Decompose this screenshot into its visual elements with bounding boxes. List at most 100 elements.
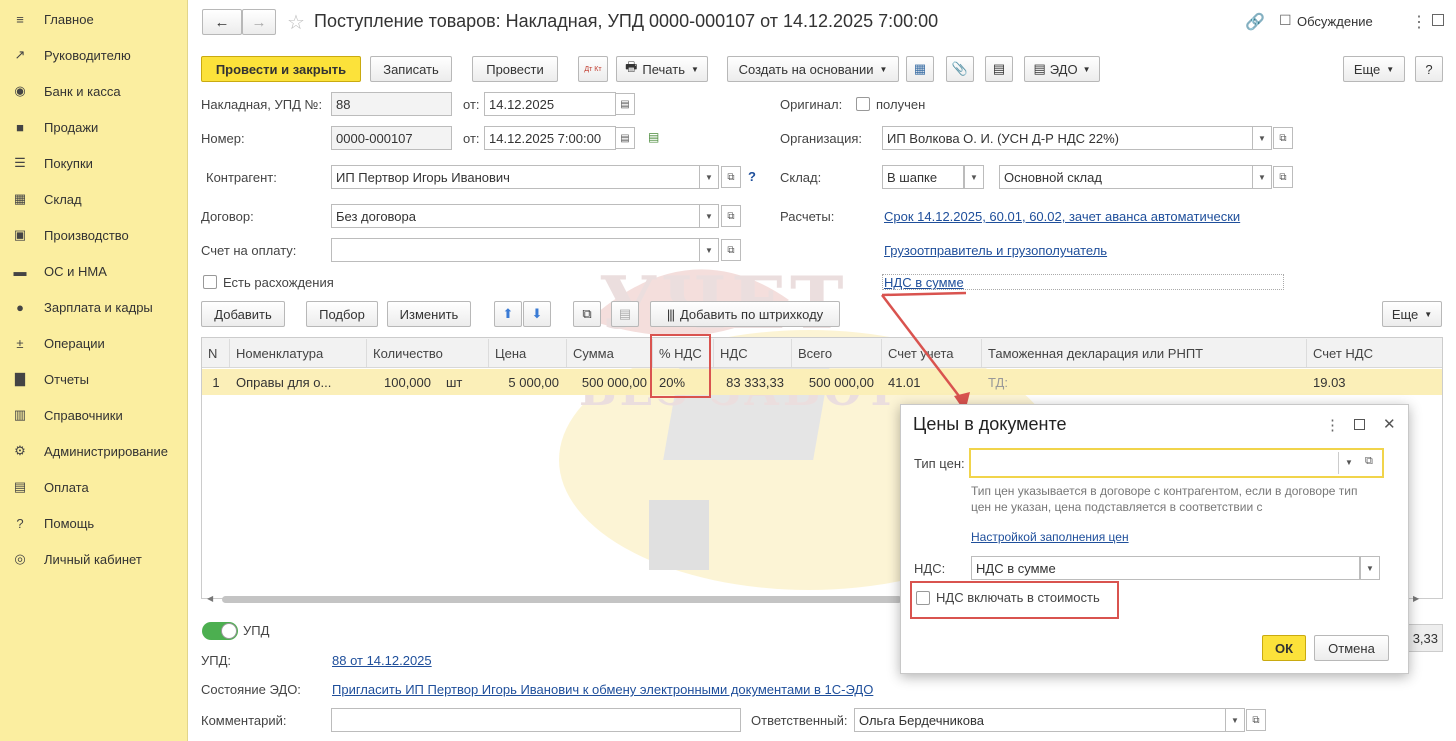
edo-state-link[interactable]: Пригласить ИП Пертвор Игорь Иванович к о… — [332, 682, 873, 697]
discrepancy-checkbox[interactable] — [203, 275, 217, 289]
org-dropdown[interactable]: ▼ — [1252, 126, 1272, 150]
contract-open-icon[interactable]: ⧉ — [721, 205, 741, 227]
cell-account[interactable]: 41.01 — [888, 370, 921, 394]
move-down-button[interactable]: ⬇ — [523, 301, 551, 327]
dt-kt-button[interactable]: Дт Кт — [578, 56, 608, 82]
calendar-icon[interactable]: ▤ — [615, 127, 635, 149]
responsible-open-icon[interactable]: ⧉ — [1246, 709, 1266, 731]
back-button[interactable]: ← — [202, 9, 242, 35]
sidebar-item[interactable]: ↗ Руководителю — [0, 40, 188, 70]
more-vert-icon[interactable]: ⋮ — [1411, 12, 1427, 32]
contract-field[interactable]: Без договора — [331, 204, 701, 228]
cell-sum[interactable]: 500 000,00 — [567, 370, 647, 394]
invoice-number-field[interactable]: 88 — [331, 92, 452, 116]
table-more-button[interactable]: Еще ▼ — [1382, 301, 1442, 327]
add-by-barcode-button[interactable]: ||| Добавить по штрихкоду — [650, 301, 840, 327]
cell-total[interactable]: 500 000,00 — [792, 370, 874, 394]
vat-in-sum-link[interactable]: НДС в сумме — [884, 275, 964, 290]
original-received-checkbox[interactable] — [856, 97, 870, 111]
invoice-date-field[interactable]: 14.12.2025 — [484, 92, 616, 116]
upd-link[interactable]: 88 от 14.12.2025 — [332, 653, 432, 668]
save-button[interactable]: Записать — [370, 56, 452, 82]
sidebar-item[interactable]: ▇ Отчеты — [0, 364, 188, 394]
sidebar-item[interactable]: ? Помощь — [0, 508, 188, 538]
maximize-icon[interactable] — [1432, 14, 1444, 26]
discussion-button[interactable]: Обсуждение — [1297, 14, 1373, 29]
sidebar-item[interactable]: ■ Продажи — [0, 112, 188, 142]
star-icon[interactable]: ☆ — [287, 10, 305, 35]
col-sum[interactable]: Сумма — [567, 339, 653, 367]
responsible-dropdown[interactable]: ▼ — [1225, 708, 1245, 732]
shipper-consignee-link[interactable]: Грузоотправитель и грузополучатель — [884, 243, 1107, 258]
sidebar-item[interactable]: ◎ Личный кабинет — [0, 544, 188, 574]
sidebar-item[interactable]: ⚙ Администрирование — [0, 436, 188, 466]
more-button[interactable]: Еще ▼ — [1343, 56, 1405, 82]
warehouse-open-icon[interactable]: ⧉ — [1273, 166, 1293, 188]
sidebar-item[interactable]: ☰ Покупки — [0, 148, 188, 178]
help-icon[interactable]: ? — [748, 169, 756, 184]
sidebar-item[interactable]: ▦ Склад — [0, 184, 188, 214]
structure-button[interactable]: ▦ — [906, 56, 934, 82]
link-icon[interactable]: 🔗 — [1245, 12, 1265, 32]
cell-vat[interactable]: 83 333,33 — [714, 370, 784, 394]
contract-dropdown[interactable]: ▼ — [699, 204, 719, 228]
number-date-field[interactable]: 14.12.2025 7:00:00 — [484, 126, 616, 150]
cell-quantity[interactable]: 100,000 — [367, 370, 431, 394]
col-n[interactable]: N — [202, 339, 230, 367]
price-type-field[interactable] — [969, 448, 1384, 478]
open-icon[interactable]: ⧉ — [1365, 455, 1373, 468]
horizontal-scrollbar[interactable] — [222, 596, 902, 603]
calendar-icon[interactable]: ▤ — [615, 93, 635, 115]
add-row-button[interactable]: Добавить — [201, 301, 285, 327]
upd-toggle[interactable] — [202, 622, 238, 640]
sidebar-item[interactable]: ◉ Банк и касса — [0, 76, 188, 106]
settlements-link[interactable]: Срок 14.12.2025, 60.01, 60.02, зачет ава… — [884, 209, 1240, 224]
price-fill-settings-link[interactable]: Настройкой заполнения цен — [971, 530, 1129, 544]
post-and-close-button[interactable]: Провести и закрыть — [201, 56, 361, 82]
chevron-down-icon[interactable]: ▼ — [1345, 458, 1353, 467]
edit-button[interactable]: Изменить — [387, 301, 471, 327]
contractor-open-icon[interactable]: ⧉ — [721, 166, 741, 188]
warehouse-field[interactable]: Основной склад — [999, 165, 1253, 189]
responsible-field[interactable]: Ольга Бердечникова — [854, 708, 1226, 732]
edo-button[interactable]: ▤ ЭДО ▼ — [1024, 56, 1100, 82]
pick-button[interactable]: Подбор — [306, 301, 378, 327]
attach-button[interactable]: 📎 — [946, 56, 974, 82]
comment-field[interactable] — [331, 708, 741, 732]
create-based-on-button[interactable]: Создать на основании ▼ — [727, 56, 899, 82]
ok-button[interactable]: ОК — [1262, 635, 1306, 661]
sidebar-item[interactable]: ± Операции — [0, 328, 188, 358]
paste-rows-button[interactable]: ▤ — [611, 301, 639, 327]
cell-unit[interactable]: шт — [446, 370, 462, 394]
cell-vat-account[interactable]: 19.03 — [1313, 370, 1346, 394]
sidebar-item[interactable]: ▣ Производство — [0, 220, 188, 250]
cancel-button[interactable]: Отмена — [1314, 635, 1389, 661]
col-nomenclature[interactable]: Номенклатура — [230, 339, 367, 367]
payment-account-dropdown[interactable]: ▼ — [699, 238, 719, 262]
more-vert-icon[interactable]: ⋮ — [1325, 416, 1340, 434]
payment-account-open-icon[interactable]: ⧉ — [721, 239, 741, 261]
chat-icon[interactable]: ☐ — [1279, 12, 1292, 29]
warehouse-mode-field[interactable]: В шапке — [882, 165, 964, 189]
sidebar-item[interactable]: ▤ Оплата — [0, 472, 188, 502]
cell-price[interactable]: 5 000,00 — [489, 370, 559, 394]
number-field[interactable]: 0000-000107 — [331, 126, 452, 150]
sidebar-item[interactable]: ▥ Справочники — [0, 400, 188, 430]
org-open-icon[interactable]: ⧉ — [1273, 127, 1293, 149]
help-button[interactable]: ? — [1415, 56, 1443, 82]
sidebar-item[interactable]: ▬ ОС и НМА — [0, 256, 188, 286]
col-price[interactable]: Цена — [489, 339, 567, 367]
print-button[interactable]: 🖶 Печать ▼ — [616, 56, 708, 82]
cell-customs[interactable]: ТД: — [988, 370, 1008, 394]
col-account[interactable]: Счет учета — [882, 339, 982, 367]
col-vat-account[interactable]: Счет НДС — [1307, 339, 1441, 367]
close-icon[interactable]: ✕ — [1383, 415, 1396, 433]
col-customs[interactable]: Таможенная декларация или РНПТ — [982, 339, 1307, 367]
maximize-icon[interactable] — [1354, 419, 1365, 430]
post-button[interactable]: Провести — [472, 56, 558, 82]
forward-button[interactable]: → — [242, 9, 276, 35]
col-vat[interactable]: НДС — [714, 339, 792, 367]
vat-field[interactable]: НДС в сумме — [971, 556, 1360, 580]
payment-account-field[interactable] — [331, 238, 701, 262]
move-up-button[interactable]: ⬆ — [494, 301, 522, 327]
